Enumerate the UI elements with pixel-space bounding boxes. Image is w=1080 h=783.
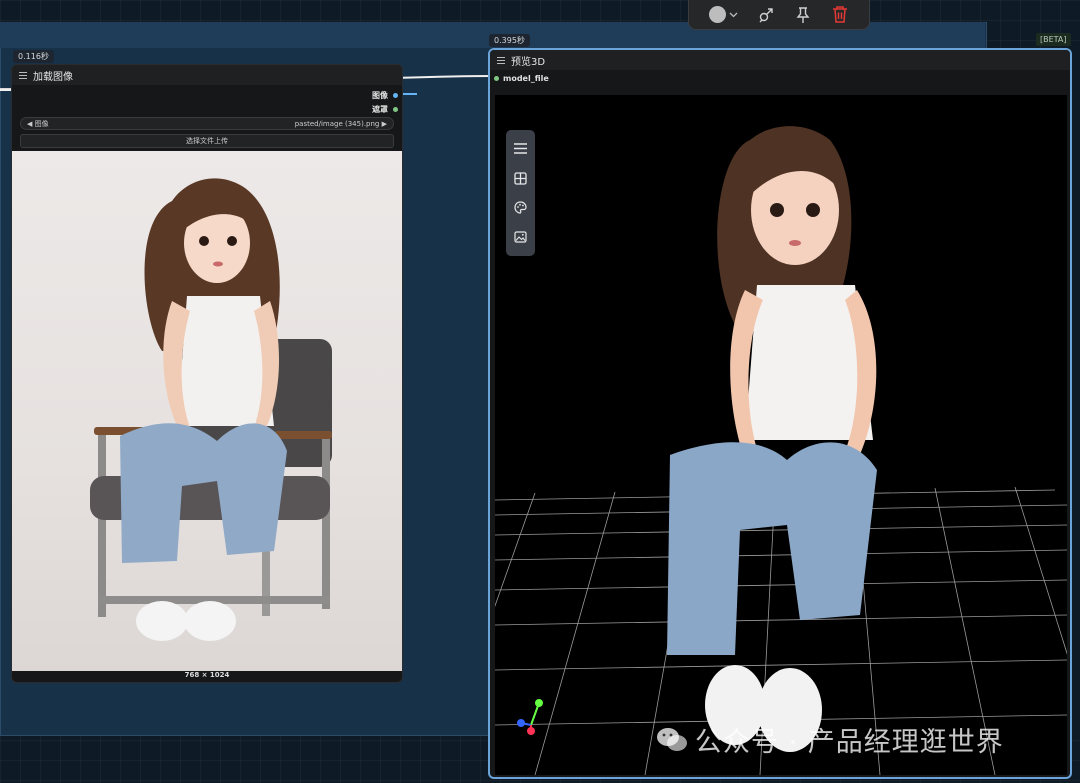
node-menu-icon[interactable] (497, 56, 505, 64)
preview-3d-node[interactable]: 预览3D model_file (488, 48, 1072, 779)
3d-scene (495, 126, 1067, 775)
viewport-image-button[interactable] (512, 228, 530, 246)
bypass-button[interactable] (757, 6, 775, 24)
output-slot-image[interactable]: 图像 (372, 90, 398, 101)
combo-left-arrow-icon[interactable]: ◀ 图像 (27, 119, 49, 129)
selection-toolbar (688, 0, 870, 30)
wechat-icon (657, 727, 687, 751)
image-dimensions: 768 × 1024 (184, 671, 230, 679)
watermark-text: 公众号 · 产品经理逛世界 (695, 727, 1004, 758)
color-picker-button[interactable] (708, 6, 738, 23)
viewport-layout-button[interactable] (512, 169, 530, 187)
viewport-toolbar (506, 130, 535, 256)
trash-icon (833, 6, 848, 23)
color-circle-icon (708, 6, 726, 23)
preview-node-header[interactable]: 预览3D (490, 50, 1070, 70)
watermark: 公众号 · 产品经理逛世界 (655, 720, 1004, 759)
input-model-dot[interactable] (494, 76, 499, 81)
palette-icon (514, 201, 527, 214)
load-node-timing: 0.116秒 (13, 50, 54, 63)
pin-button[interactable] (794, 6, 812, 24)
girl-on-chair-illustration (90, 178, 332, 641)
pin-icon (796, 6, 810, 23)
node-menu-icon[interactable] (19, 71, 27, 79)
output-mask-dot[interactable] (393, 107, 398, 112)
load-node-title: 加载图像 (33, 71, 73, 83)
3d-viewport[interactable] (495, 95, 1067, 775)
input-slot-model-file[interactable]: model_file (494, 74, 549, 83)
combo-value: pasted/image (345).png (294, 119, 380, 128)
preview-node-timing: 0.395秒 (489, 34, 530, 47)
viewport-color-button[interactable] (512, 199, 530, 217)
menu-icon (514, 143, 527, 154)
image-combo-widget[interactable]: ◀ 图像 pasted/image (345).png ▶ (20, 117, 394, 130)
delete-button[interactable] (831, 5, 849, 24)
chevron-down-icon (729, 12, 738, 17)
preview-node-title: 预览3D (511, 56, 546, 68)
combo-right-arrow-icon[interactable]: ▶ (382, 120, 387, 128)
loaded-image-preview (12, 151, 402, 671)
image-icon (514, 231, 527, 243)
output-mask-label: 遮罩 (372, 105, 388, 114)
viewport-menu-button[interactable] (512, 140, 530, 158)
grid-layout-icon (514, 172, 527, 185)
input-model-label: model_file (503, 74, 549, 83)
load-image-node[interactable]: 加载图像 图像 遮罩 ◀ 图像 pasted/image (345).png ▶… (11, 64, 403, 683)
combo-label: 图像 (34, 119, 49, 128)
output-image-label: 图像 (372, 91, 388, 100)
bypass-icon (759, 7, 773, 22)
upload-file-button[interactable]: 选择文件上传 (20, 134, 394, 148)
load-node-header[interactable]: 加载图像 (12, 65, 402, 85)
output-slot-mask[interactable]: 遮罩 (372, 104, 398, 115)
output-image-dot[interactable] (393, 93, 398, 98)
beta-badge: [BETA] (1036, 33, 1071, 46)
